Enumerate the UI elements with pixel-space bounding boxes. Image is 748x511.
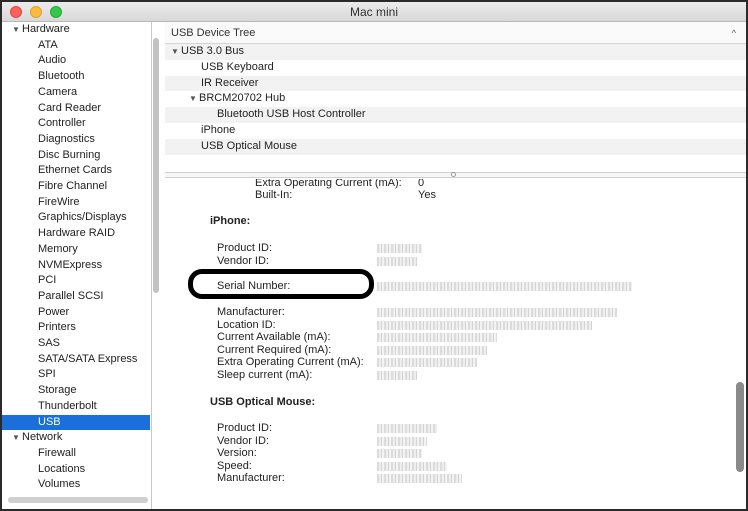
sidebar-item-usb[interactable]: USB (2, 414, 150, 431)
sidebar-item-camera[interactable]: Camera (2, 85, 150, 101)
detail-label: Sleep current (mA): (217, 369, 313, 381)
disclosure-triangle-icon[interactable]: ▼ (189, 91, 199, 107)
detail-label: Product ID: (217, 242, 273, 254)
tree-row-usb-optical-mouse[interactable]: USB Optical Mouse (165, 138, 746, 155)
redacted-value (377, 358, 477, 367)
tree-row-brcm-hub[interactable]: ▼ BRCM20702 Hub (165, 91, 746, 107)
sidebar-item-audio[interactable]: Audio (2, 53, 150, 69)
sidebar-item-locations[interactable]: Locations (2, 462, 150, 478)
tree-row-label: USB 3.0 Bus (181, 45, 244, 57)
sidebar-item-printers[interactable]: Printers (2, 320, 150, 336)
sidebar-item-memory[interactable]: Memory (2, 242, 150, 258)
section-title-iphone: iPhone: (210, 215, 251, 227)
detail-label: Speed: (217, 460, 252, 472)
splitter-handle-icon[interactable] (451, 172, 456, 177)
redacted-value (377, 474, 462, 483)
pane-splitter[interactable] (165, 172, 746, 178)
device-detail-pane: Extra Operating Current (mA): 0 Built-In… (165, 179, 746, 509)
tree-row-usb-keyboard[interactable]: USB Keyboard (165, 60, 746, 76)
detail-value: 0 (418, 179, 425, 189)
sidebar-item-ata[interactable]: ATA (2, 38, 150, 54)
sidebar-item-ethernet-cards[interactable]: Ethernet Cards (2, 163, 150, 179)
redacted-value (377, 449, 422, 458)
collapse-caret-icon[interactable]: ^ (732, 22, 736, 44)
redacted-value (377, 333, 497, 342)
sidebar-item-controller[interactable]: Controller (2, 116, 150, 132)
sidebar-item-pci[interactable]: PCI (2, 273, 150, 289)
detail-vertical-scrollbar[interactable] (736, 382, 744, 472)
redacted-value (377, 346, 487, 355)
sidebar-item-volumes[interactable]: Volumes (2, 477, 150, 493)
sidebar-item-bluetooth[interactable]: Bluetooth (2, 69, 150, 85)
detail-label: Product ID: (217, 422, 273, 434)
title-bar: Mac mini (2, 2, 746, 22)
content-pane: USB Device Tree ^ ▼ USB 3.0 Bus USB Keybo… (165, 22, 746, 509)
sidebar-item-disc-burning[interactable]: Disc Burning (2, 148, 150, 164)
redacted-value (377, 424, 437, 433)
redacted-value (377, 321, 592, 330)
sidebar-item-parallel-scsi[interactable]: Parallel SCSI (2, 289, 150, 305)
sidebar-item-thunderbolt[interactable]: Thunderbolt (2, 399, 150, 415)
disclosure-triangle-icon[interactable]: ▼ (12, 22, 22, 38)
sidebar-item-hardware-raid[interactable]: Hardware RAID (2, 226, 150, 242)
sidebar-category-network[interactable]: ▼ Network (2, 430, 150, 446)
sidebar-item-sas[interactable]: SAS (2, 336, 150, 352)
sidebar-item-nvmexpress[interactable]: NVMExpress (2, 258, 150, 274)
redacted-value (377, 257, 417, 266)
sidebar-item-firewire[interactable]: FireWire (2, 195, 150, 211)
sidebar-item-graphics-displays[interactable]: Graphics/Displays (2, 210, 150, 226)
usb-device-tree-header: USB Device Tree ^ (165, 22, 746, 44)
window-title: Mac mini (349, 5, 398, 19)
sidebar-category-label: Network (22, 431, 63, 444)
detail-label: Version: (217, 447, 257, 459)
detail-label: Manufacturer: (217, 306, 285, 318)
tree-header-label: USB Device Tree (171, 27, 256, 39)
tree-row-bluetooth-host-controller[interactable]: Bluetooth USB Host Controller (165, 107, 746, 123)
redacted-value (377, 437, 427, 446)
sidebar-item-firewall[interactable]: Firewall (2, 446, 150, 462)
system-information-window: Mac mini ▼ Hardware ATA Audio Bluetooth C… (0, 0, 748, 511)
sidebar-item-fibre-channel[interactable]: Fibre Channel (2, 179, 150, 195)
tree-row-usb-bus[interactable]: ▼ USB 3.0 Bus (165, 44, 746, 60)
detail-value: Yes (418, 189, 436, 201)
detail-label: Built-In: (255, 189, 293, 201)
sidebar-item-diagnostics[interactable]: Diagnostics (2, 132, 150, 148)
detail-label: Manufacturer: (217, 472, 285, 484)
sidebar-item-sata[interactable]: SATA/SATA Express (2, 352, 150, 368)
detail-label: Vendor ID: (217, 435, 269, 447)
redacted-value (377, 308, 617, 317)
sidebar-category-hardware[interactable]: ▼ Hardware (2, 22, 150, 38)
detail-label: Extra Operating Current (mA): (255, 179, 402, 189)
section-title-usb-optical-mouse: USB Optical Mouse: (210, 396, 316, 408)
redacted-value (377, 244, 422, 253)
disclosure-triangle-icon[interactable]: ▼ (12, 430, 22, 446)
sidebar-vertical-scrollbar[interactable] (153, 38, 159, 293)
sidebar-horizontal-scrollbar[interactable] (8, 497, 148, 503)
sidebar-item-spi[interactable]: SPI (2, 367, 150, 383)
detail-label: Extra Operating Current (mA): (217, 356, 364, 368)
disclosure-triangle-icon[interactable]: ▼ (171, 44, 181, 60)
serial-number-highlight (188, 269, 374, 299)
tree-row-iphone[interactable]: iPhone (165, 123, 746, 139)
sidebar-item-card-reader[interactable]: Card Reader (2, 101, 150, 117)
redacted-value (377, 282, 632, 291)
sidebar-item-power[interactable]: Power (2, 305, 150, 321)
redacted-value (377, 462, 447, 471)
tree-row-label: BRCM20702 Hub (199, 92, 286, 105)
sidebar-category-label: Hardware (22, 23, 70, 35)
detail-label: Location ID: (217, 319, 276, 331)
detail-label: Current Required (mA): (217, 344, 332, 356)
sidebar-item-storage[interactable]: Storage (2, 383, 150, 399)
tree-row-ir-receiver[interactable]: IR Receiver (165, 75, 746, 92)
sidebar: ▼ Hardware ATA Audio Bluetooth Camera Car… (2, 22, 152, 509)
detail-label: Vendor ID: (217, 255, 269, 267)
detail-label: Current Available (mA): (217, 331, 331, 343)
redacted-value (377, 371, 417, 380)
